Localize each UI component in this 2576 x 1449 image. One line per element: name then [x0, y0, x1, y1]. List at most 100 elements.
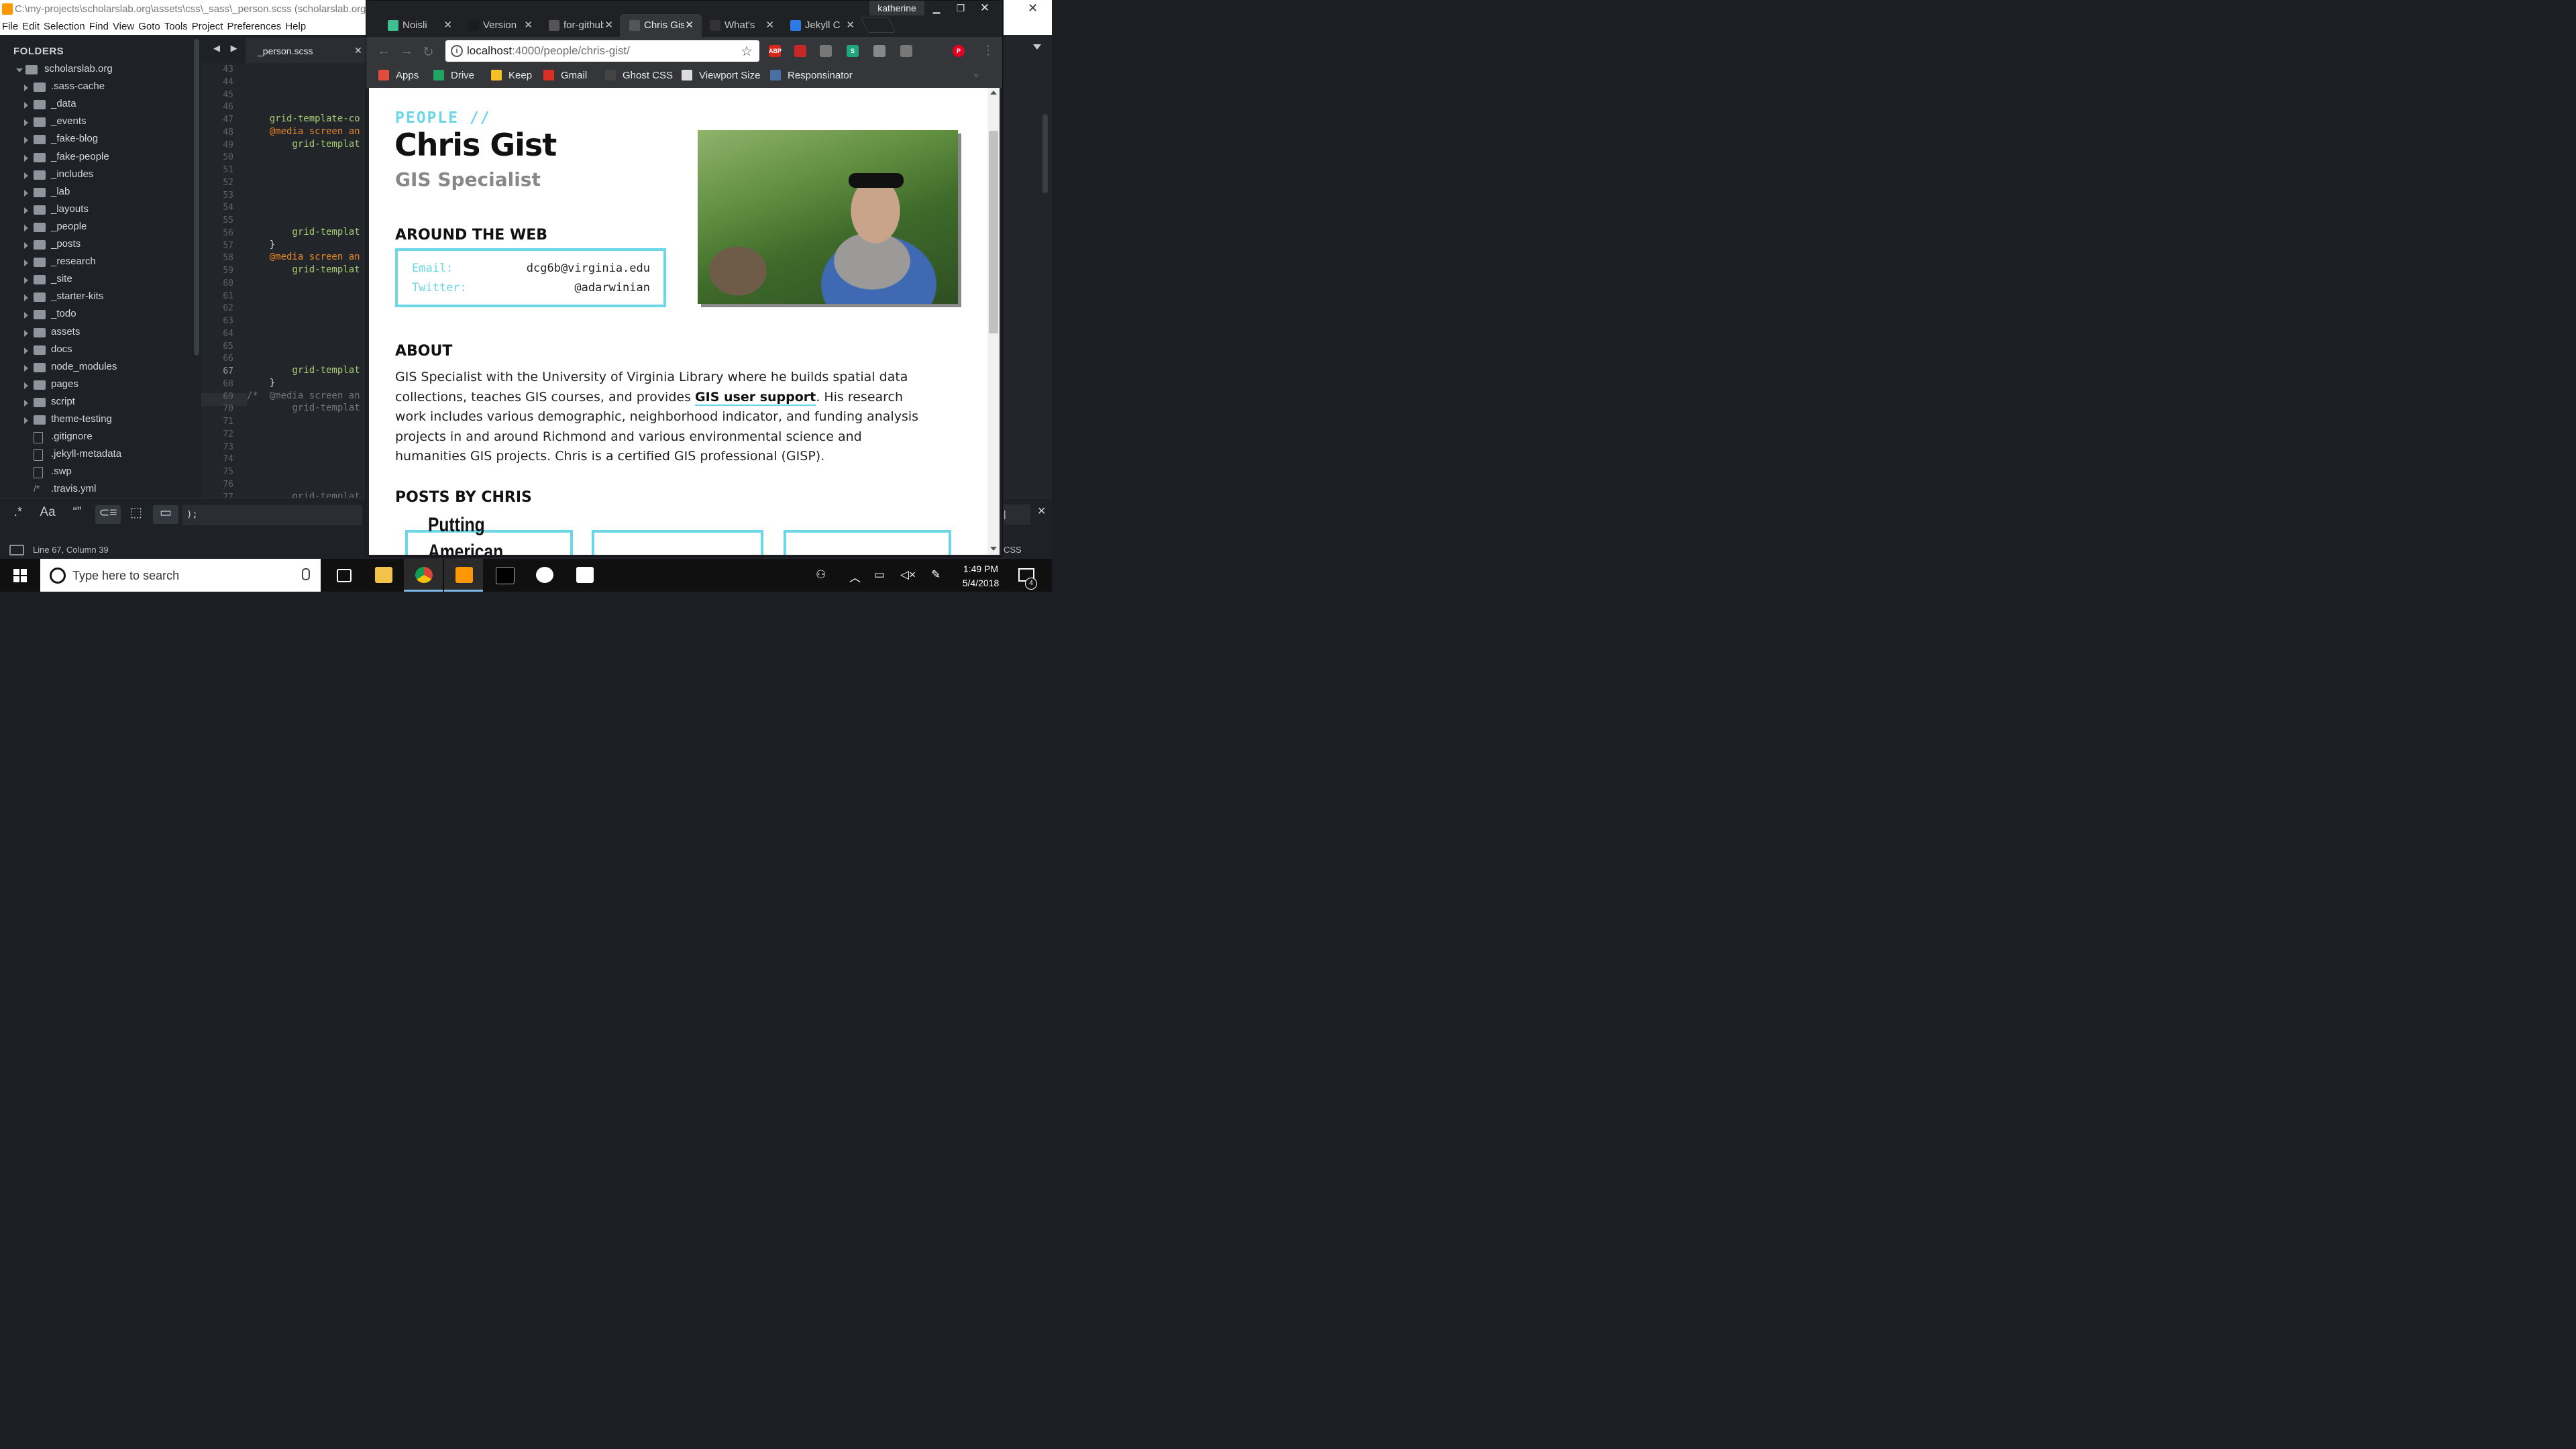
menu-item[interactable]: Edit [20, 19, 42, 32]
tab-nav-arrows[interactable]: ◀ ▶ [213, 43, 241, 54]
maximize-icon[interactable]: ❐ [949, 1, 973, 15]
expand-arrow-icon[interactable] [24, 189, 28, 197]
menu-item[interactable]: Find [87, 19, 111, 32]
taskbar-search[interactable]: Type here to search [40, 559, 321, 592]
tab-close-icon[interactable]: ✕ [765, 19, 774, 31]
tray-chevron-icon[interactable]: ︿ [849, 568, 861, 585]
minimize-icon[interactable]: ▁ [924, 1, 949, 15]
editor-scrollbar[interactable] [1042, 114, 1048, 193]
find-input[interactable]: ); [182, 505, 362, 525]
menu-item[interactable]: Help [283, 19, 308, 32]
adblock-icon[interactable]: ABP [769, 45, 782, 57]
back-icon[interactable]: ← [377, 44, 390, 59]
pdf-icon[interactable] [794, 45, 806, 57]
find-option-button[interactable]: ⬚ [126, 505, 146, 524]
battery-icon[interactable]: ▭ [874, 568, 885, 582]
expand-arrow-icon[interactable] [24, 224, 28, 231]
menu-item[interactable]: Selection [42, 19, 87, 32]
browser-tab[interactable]: for-github ✕ [539, 14, 621, 37]
slack-icon[interactable] [525, 559, 564, 592]
tab-close-icon[interactable]: ✕ [846, 19, 855, 31]
bookmark-item[interactable]: Ghost CSS [605, 70, 673, 81]
terminal-icon[interactable] [484, 559, 523, 592]
scroll-down-icon[interactable] [990, 547, 997, 551]
magnifier-icon[interactable] [820, 45, 832, 57]
close-window-icon[interactable]: ✕ [973, 1, 997, 15]
expand-arrow-icon[interactable] [24, 119, 28, 127]
syntax-indicator[interactable]: CSS [1004, 545, 1022, 555]
expand-arrow-icon[interactable] [24, 172, 28, 179]
find-option-button[interactable]: ▭ [153, 505, 178, 524]
menu-item[interactable]: Preferences [225, 19, 283, 32]
expand-arrow-icon[interactable] [24, 329, 28, 337]
bookmark-item[interactable]: Gmail [543, 70, 587, 81]
pen-icon[interactable]: ✎ [931, 568, 941, 582]
menu-item[interactable]: View [111, 19, 136, 32]
expand-arrow-icon[interactable] [24, 154, 28, 162]
find-option-button[interactable]: .* [8, 505, 28, 524]
browser-tab[interactable]: Chris Gist ✕ [620, 14, 702, 37]
menu-item[interactable]: File [0, 19, 20, 32]
reload-icon[interactable]: ↻ [423, 44, 434, 60]
expand-arrow-icon[interactable] [24, 137, 28, 144]
post-card[interactable] [592, 530, 763, 555]
menu-item[interactable]: Project [190, 19, 225, 32]
find-close-icon[interactable]: ✕ [1037, 504, 1046, 518]
tab-close-icon[interactable]: ✕ [685, 19, 694, 31]
menu-item[interactable]: Goto [136, 19, 162, 32]
info-icon[interactable]: i [451, 45, 463, 57]
tab-close-icon[interactable]: ✕ [354, 45, 362, 56]
post-card[interactable] [784, 530, 951, 555]
volume-muted-icon[interactable]: ◁× [900, 568, 916, 582]
microphone-icon[interactable] [302, 568, 310, 580]
expand-arrow-icon[interactable] [24, 312, 28, 319]
bookmark-item[interactable]: Responsinator [770, 70, 853, 81]
bulb-icon[interactable] [873, 45, 885, 57]
menu-item[interactable]: Tools [162, 19, 190, 32]
browser-tab[interactable]: What's ✕ [700, 14, 782, 37]
panel-toggle-icon[interactable] [9, 545, 24, 555]
find-input-right[interactable]: | [1004, 504, 1030, 525]
windows-start-icon[interactable] [13, 569, 27, 582]
chrome-menu-icon[interactable]: ⋮ [982, 44, 994, 58]
page-scrollbar[interactable] [987, 88, 1000, 555]
email-link[interactable]: dcg6b@virginia.edu [527, 262, 650, 275]
find-option-button[interactable]: “” [66, 505, 89, 524]
code-area[interactable]: 43 44 45 46 47 48 49 50 51 52 53 54 55 56 57 58 59 60 61 62… [201, 63, 368, 502]
bookmarks-overflow-icon[interactable]: » [974, 70, 979, 80]
bookmark-item[interactable]: Viewport Size [682, 70, 760, 81]
expand-arrow-icon[interactable] [24, 102, 28, 109]
new-tab-button[interactable] [860, 17, 896, 33]
expand-arrow-icon[interactable] [24, 382, 28, 389]
scroll-thumb[interactable] [989, 131, 998, 333]
scroll-up-icon[interactable] [990, 91, 997, 95]
tab-close-icon[interactable]: ✕ [443, 19, 452, 31]
find-option-button[interactable]: Aa [36, 505, 59, 524]
expand-arrow-icon[interactable] [24, 277, 28, 284]
twitter-link[interactable]: @adarwinian [574, 281, 650, 294]
expand-arrow-icon[interactable] [24, 417, 28, 424]
window-close-icon[interactable]: ✕ [1028, 1, 1038, 15]
profile-button[interactable]: katherine [869, 1, 924, 15]
tab-person-scss[interactable]: _person.scss ✕ [246, 38, 368, 63]
cortana-icon[interactable] [50, 568, 66, 584]
square-icon[interactable] [900, 45, 912, 57]
bookmark-item[interactable]: Keep [491, 70, 532, 81]
sublime-taskbar-icon[interactable] [444, 559, 483, 592]
expand-arrow-icon[interactable] [24, 364, 28, 372]
expand-arrow-icon[interactable] [24, 347, 28, 354]
forward-icon[interactable]: → [400, 44, 413, 59]
post-title[interactable]: Putting American [428, 512, 516, 555]
browser-tab[interactable]: Jekyll C ✕ [781, 14, 863, 37]
collapse-arrow-icon[interactable] [16, 68, 23, 76]
expand-arrow-icon[interactable] [24, 242, 28, 249]
gis-user-support-link[interactable]: GIS user support [695, 389, 816, 406]
task-view-icon[interactable] [323, 559, 362, 592]
expand-arrow-icon[interactable] [24, 399, 28, 407]
find-option-button[interactable]: ⊂≡ [95, 505, 121, 524]
clock[interactable]: 1:49 PM 5/4/2018 [957, 562, 1004, 590]
tab-close-icon[interactable]: ✕ [524, 19, 533, 31]
sidebar-scrollbar[interactable] [194, 39, 199, 356]
address-bar[interactable]: i localhost:4000/people/chris-gist/ ☆ [445, 40, 759, 62]
expand-arrow-icon[interactable] [24, 85, 28, 92]
